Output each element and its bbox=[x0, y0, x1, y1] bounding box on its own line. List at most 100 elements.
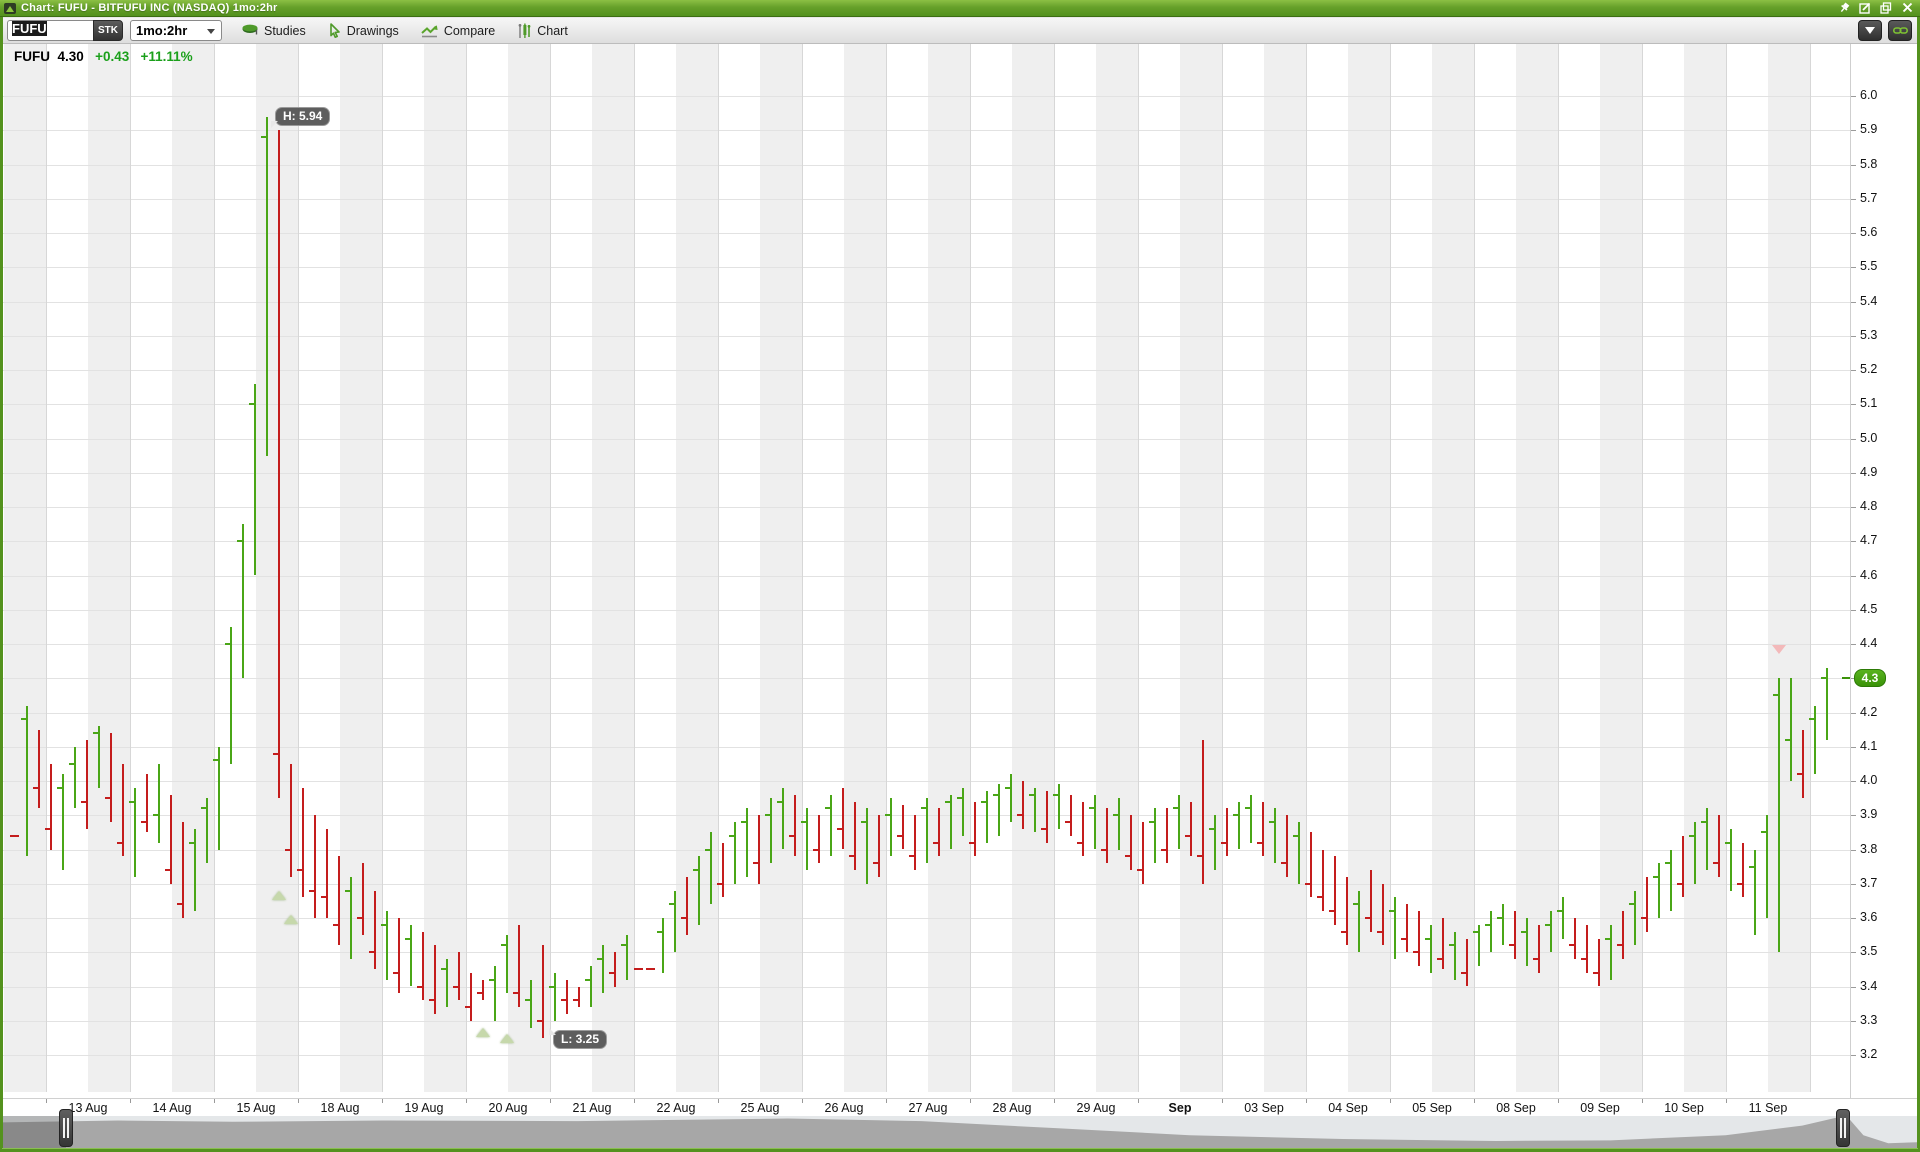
price-bar-close-tick bbox=[369, 951, 374, 953]
price-bar bbox=[1286, 815, 1288, 877]
price-bar bbox=[74, 747, 76, 809]
price-bar bbox=[290, 764, 292, 877]
price-axis-label: 3.6 bbox=[1860, 910, 1877, 924]
session-stripe bbox=[1684, 44, 1726, 1092]
price-bar-close-tick bbox=[957, 797, 962, 799]
price-bar-close-tick bbox=[693, 869, 698, 871]
price-bar bbox=[278, 130, 280, 798]
timeline-scrollbar[interactable] bbox=[0, 1116, 1920, 1148]
price-axis-tick bbox=[1851, 1055, 1856, 1056]
price-axis-tick bbox=[1851, 267, 1856, 268]
price-bar bbox=[1766, 815, 1768, 918]
price-bar-close-tick bbox=[1677, 883, 1682, 885]
horizontal-gridline bbox=[3, 473, 1850, 474]
compare-button[interactable]: Compare bbox=[419, 20, 497, 42]
price-bar bbox=[782, 788, 784, 850]
price-bar bbox=[842, 788, 844, 850]
price-axis-label: 5.2 bbox=[1860, 362, 1877, 376]
session-gridline bbox=[1558, 44, 1559, 1092]
chart-button[interactable]: Chart bbox=[515, 20, 570, 42]
price-bar-close-tick bbox=[273, 753, 278, 755]
price-axis-label: 5.0 bbox=[1860, 431, 1877, 445]
price-bar bbox=[1802, 730, 1804, 799]
date-axis-label: 18 Aug bbox=[321, 1101, 360, 1115]
price-bar bbox=[50, 764, 52, 850]
price-axis-tick bbox=[1851, 815, 1856, 816]
price-bar-close-tick bbox=[585, 979, 590, 981]
studies-icon bbox=[242, 24, 259, 37]
price-axis-tick bbox=[1851, 96, 1856, 97]
date-axis-tick bbox=[1642, 1099, 1643, 1103]
session-stripe bbox=[88, 44, 130, 1092]
pin-icon[interactable] bbox=[1837, 1, 1851, 15]
price-bar bbox=[794, 795, 796, 857]
price-axis-tick bbox=[1851, 541, 1856, 542]
timeline-left-handle[interactable] bbox=[59, 1109, 73, 1147]
trade-marker-down-icon bbox=[1772, 645, 1786, 654]
timeframe-select[interactable]: 1mo:2hr bbox=[130, 20, 222, 41]
session-gridline bbox=[886, 44, 887, 1092]
chart-type-icon bbox=[517, 23, 532, 39]
date-axis-label: 28 Aug bbox=[993, 1101, 1032, 1115]
date-axis-label: 03 Sep bbox=[1244, 1101, 1284, 1115]
price-bar-close-tick bbox=[441, 968, 446, 970]
chevron-down-icon bbox=[1865, 27, 1875, 34]
edit-icon[interactable] bbox=[1858, 1, 1872, 15]
toolbar: FUFU STK 1mo:2hr Studies Drawings Compar… bbox=[0, 18, 1920, 44]
price-bar bbox=[1394, 897, 1396, 959]
horizontal-gridline bbox=[3, 302, 1850, 303]
price-bar bbox=[1742, 843, 1744, 898]
close-icon[interactable] bbox=[1900, 1, 1914, 15]
price-axis-label: 4.1 bbox=[1860, 739, 1877, 753]
price-bar bbox=[1682, 836, 1684, 898]
price-bar bbox=[1262, 802, 1264, 857]
horizontal-gridline bbox=[3, 165, 1850, 166]
restore-window-icon[interactable] bbox=[1879, 1, 1893, 15]
chart-plot-area[interactable]: FUFU 4.30 +0.43 +11.11% H: 5.94 L: 3.25 bbox=[0, 44, 1920, 1098]
date-axis-tick bbox=[1306, 1099, 1307, 1103]
timeline-right-handle[interactable] bbox=[1836, 1109, 1850, 1147]
session-stripe bbox=[1096, 44, 1138, 1092]
price-axis-label: 6.0 bbox=[1860, 88, 1877, 102]
price-bar-close-tick bbox=[1077, 842, 1082, 844]
price-bar bbox=[326, 829, 328, 918]
horizontal-gridline bbox=[3, 987, 1850, 988]
price-axis-tick bbox=[1851, 952, 1856, 953]
price-axis-tick bbox=[1851, 610, 1856, 611]
price-bar bbox=[206, 798, 208, 863]
session-gridline bbox=[550, 44, 551, 1092]
price-bar bbox=[422, 932, 424, 1001]
price-bar-close-tick bbox=[1557, 910, 1562, 912]
title-bar[interactable]: Chart: FUFU - BITFUFU INC (NASDAQ) 1mo:2… bbox=[0, 0, 1920, 17]
price-bar-close-tick bbox=[765, 814, 770, 816]
price-axis[interactable]: 6.05.95.85.75.65.55.45.35.25.15.04.94.84… bbox=[1850, 44, 1917, 1098]
price-bar-close-tick bbox=[1653, 876, 1658, 878]
price-bar-close-tick bbox=[201, 807, 206, 809]
trade-marker-up-icon bbox=[476, 1028, 490, 1037]
drawings-button[interactable]: Drawings bbox=[326, 20, 401, 42]
date-axis-tick bbox=[1474, 1099, 1475, 1103]
price-bar bbox=[470, 973, 472, 1021]
price-bar-close-tick bbox=[801, 821, 806, 823]
last-price-tick bbox=[1842, 677, 1850, 679]
price-bar-close-tick bbox=[1665, 862, 1670, 864]
app-chart-icon bbox=[4, 3, 16, 14]
price-bar-close-tick bbox=[69, 763, 74, 765]
price-bar-close-tick bbox=[849, 855, 854, 857]
link-windows-button[interactable] bbox=[1888, 20, 1912, 41]
price-bar bbox=[1586, 925, 1588, 973]
price-bar bbox=[350, 877, 352, 959]
price-bar-close-tick bbox=[705, 849, 710, 851]
price-bar-close-tick bbox=[1341, 931, 1346, 933]
price-bar-close-tick bbox=[1209, 828, 1214, 830]
quote-change-pct: +11.11% bbox=[141, 49, 193, 64]
price-bar-close-tick bbox=[1005, 787, 1010, 789]
price-bar-close-tick bbox=[453, 986, 458, 988]
panel-dropdown-button[interactable] bbox=[1858, 20, 1882, 41]
price-bar bbox=[122, 764, 124, 856]
studies-button[interactable]: Studies bbox=[240, 20, 308, 42]
symbol-input[interactable]: FUFU bbox=[7, 20, 93, 41]
price-bar bbox=[902, 805, 904, 850]
horizontal-gridline bbox=[3, 370, 1850, 371]
price-bar-close-tick bbox=[1749, 866, 1754, 868]
